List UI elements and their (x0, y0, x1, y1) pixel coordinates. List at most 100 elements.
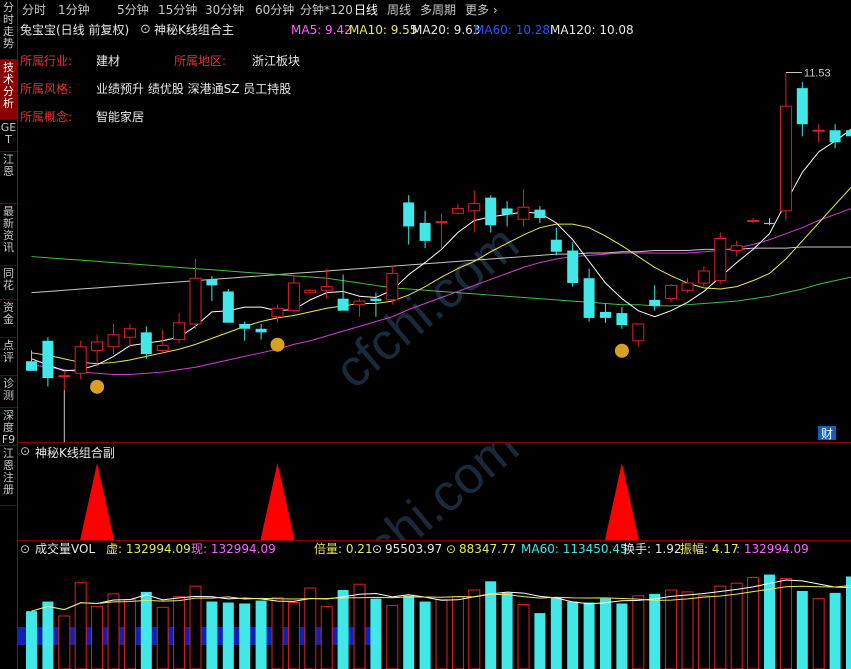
sidebar-tab-0[interactable]: 分时走势 (0, 0, 17, 60)
period-tab-1[interactable]: 1分钟 (58, 0, 90, 20)
volume-bar (271, 597, 284, 669)
sidebar-tab-8[interactable]: 诊测 (0, 376, 17, 408)
volume-bar (779, 577, 792, 669)
volume-bar (501, 592, 513, 669)
volume-bar (206, 601, 218, 669)
volume-bar (517, 603, 530, 669)
volume-bar (337, 589, 349, 669)
candle-body (74, 346, 87, 374)
period-tab-2[interactable]: 5分钟 (117, 0, 149, 20)
volume-last: : 132994.09 (736, 542, 809, 556)
candle-body (287, 282, 300, 312)
volume-xu: 虚: 132994.09 (106, 542, 191, 556)
money-bag-icon (270, 337, 285, 352)
volume-bar (435, 599, 448, 669)
volume-bar (239, 603, 251, 669)
period-tab-3[interactable]: 15分钟 (158, 0, 197, 20)
candle-body (665, 284, 678, 300)
volume-bar (583, 602, 595, 669)
volume-bar (649, 593, 661, 669)
candle-body (846, 130, 851, 137)
volume-bar (632, 595, 645, 669)
sidebar-tab-10[interactable]: 江恩注册 (0, 446, 17, 506)
candle-body (337, 298, 349, 311)
volume-turnover: 换手: 1.92 (623, 542, 682, 556)
watermark-text: cfchi.com (324, 214, 530, 400)
signal-triangle (260, 463, 295, 540)
volume-bar (320, 605, 333, 669)
volume-bar (567, 601, 579, 669)
candle-body (649, 299, 661, 306)
candle-body (534, 209, 546, 219)
sidebar-tab-6[interactable]: 资金 (0, 300, 17, 338)
candlestick-chart[interactable]: cfchi.com11.538.89财 (18, 20, 851, 442)
candle-body (632, 323, 645, 342)
candle-body (123, 328, 136, 338)
sidebar-tab-9[interactable]: 深度F9 (0, 408, 17, 446)
volume-bar (370, 598, 382, 669)
period-tab-6[interactable]: 分钟*120 (300, 0, 353, 20)
money-bag-icon (614, 343, 629, 358)
candle-body (764, 222, 775, 225)
candle-body (222, 291, 234, 323)
volume-panel-icon[interactable]: ⊙ (20, 541, 30, 557)
candle-body (451, 207, 464, 214)
candle-body (58, 375, 71, 378)
candle-body (485, 197, 497, 226)
candle-body (812, 129, 825, 132)
candle-body (747, 219, 760, 222)
sidebar-tab-4[interactable]: 最新资讯 (0, 204, 17, 266)
sidebar-tab-2[interactable]: GET (0, 120, 17, 152)
period-toolbar: 分时 1分钟 5分钟 15分钟 30分钟 60分钟 分钟*120 日线 周线 多周期 更多 › (18, 0, 851, 20)
volume-amplitude: 振幅: 4.17 (680, 542, 739, 556)
volume-bar (42, 601, 54, 669)
volume-bar (353, 583, 366, 669)
volume-bar (846, 576, 851, 669)
volume-bar (123, 599, 136, 669)
period-tab-10[interactable]: 更多 › (465, 0, 498, 20)
volume-v2: 88347.77 (459, 542, 517, 556)
candle-body (714, 238, 727, 282)
period-tab-4[interactable]: 30分钟 (205, 0, 244, 20)
candle-body (616, 313, 628, 326)
candle-body (386, 272, 399, 301)
period-tab-9[interactable]: 多周期 (420, 0, 456, 20)
sidebar: 分时走势 技术分析 GET 江恩 最新资讯 同花 资金 点评 诊测 深度F9 江恩注册 (0, 0, 18, 669)
period-tab-0[interactable]: 分时 (22, 0, 46, 20)
period-tab-5[interactable]: 60分钟 (255, 0, 294, 20)
volume-v2-icon: ⊙ (446, 542, 457, 556)
period-tab-7[interactable]: 日线 (354, 0, 378, 20)
volume-bar (730, 582, 743, 669)
candle-body (697, 270, 710, 284)
volume-chart (18, 574, 851, 669)
volume-bar (419, 601, 431, 669)
sidebar-tab-1[interactable]: 技术分析 (0, 60, 17, 120)
volume-bar (550, 597, 562, 669)
volume-bar (255, 600, 267, 669)
candle-body (419, 222, 431, 241)
period-tab-8[interactable]: 周线 (387, 0, 411, 20)
high-price-label: 11.53 (804, 67, 831, 79)
candle-body (255, 328, 267, 333)
volume-xian: 现: 132994.09 (191, 542, 276, 556)
volume-bar (107, 593, 120, 669)
signal-triangle (604, 463, 639, 540)
sidebar-tab-7[interactable]: 点评 (0, 338, 17, 376)
candle-body (730, 245, 743, 252)
candle-body (501, 208, 513, 215)
candle-body (550, 239, 562, 252)
sidebar-tab-5[interactable]: 同花 (0, 266, 17, 300)
sidebar-tab-3[interactable]: 江恩 (0, 152, 17, 204)
volume-bar (74, 581, 87, 669)
volume-title[interactable]: 成交量VOL (35, 541, 95, 557)
money-bag-icon (90, 379, 105, 394)
candle-body (26, 361, 37, 371)
volume-bar (796, 590, 808, 669)
candle-body (468, 203, 481, 212)
candle-body (681, 282, 694, 291)
volume-bar (222, 602, 234, 669)
volume-bar (714, 585, 727, 669)
candle-body (140, 332, 152, 355)
volume-bar (403, 595, 415, 669)
candle-body (271, 307, 284, 318)
